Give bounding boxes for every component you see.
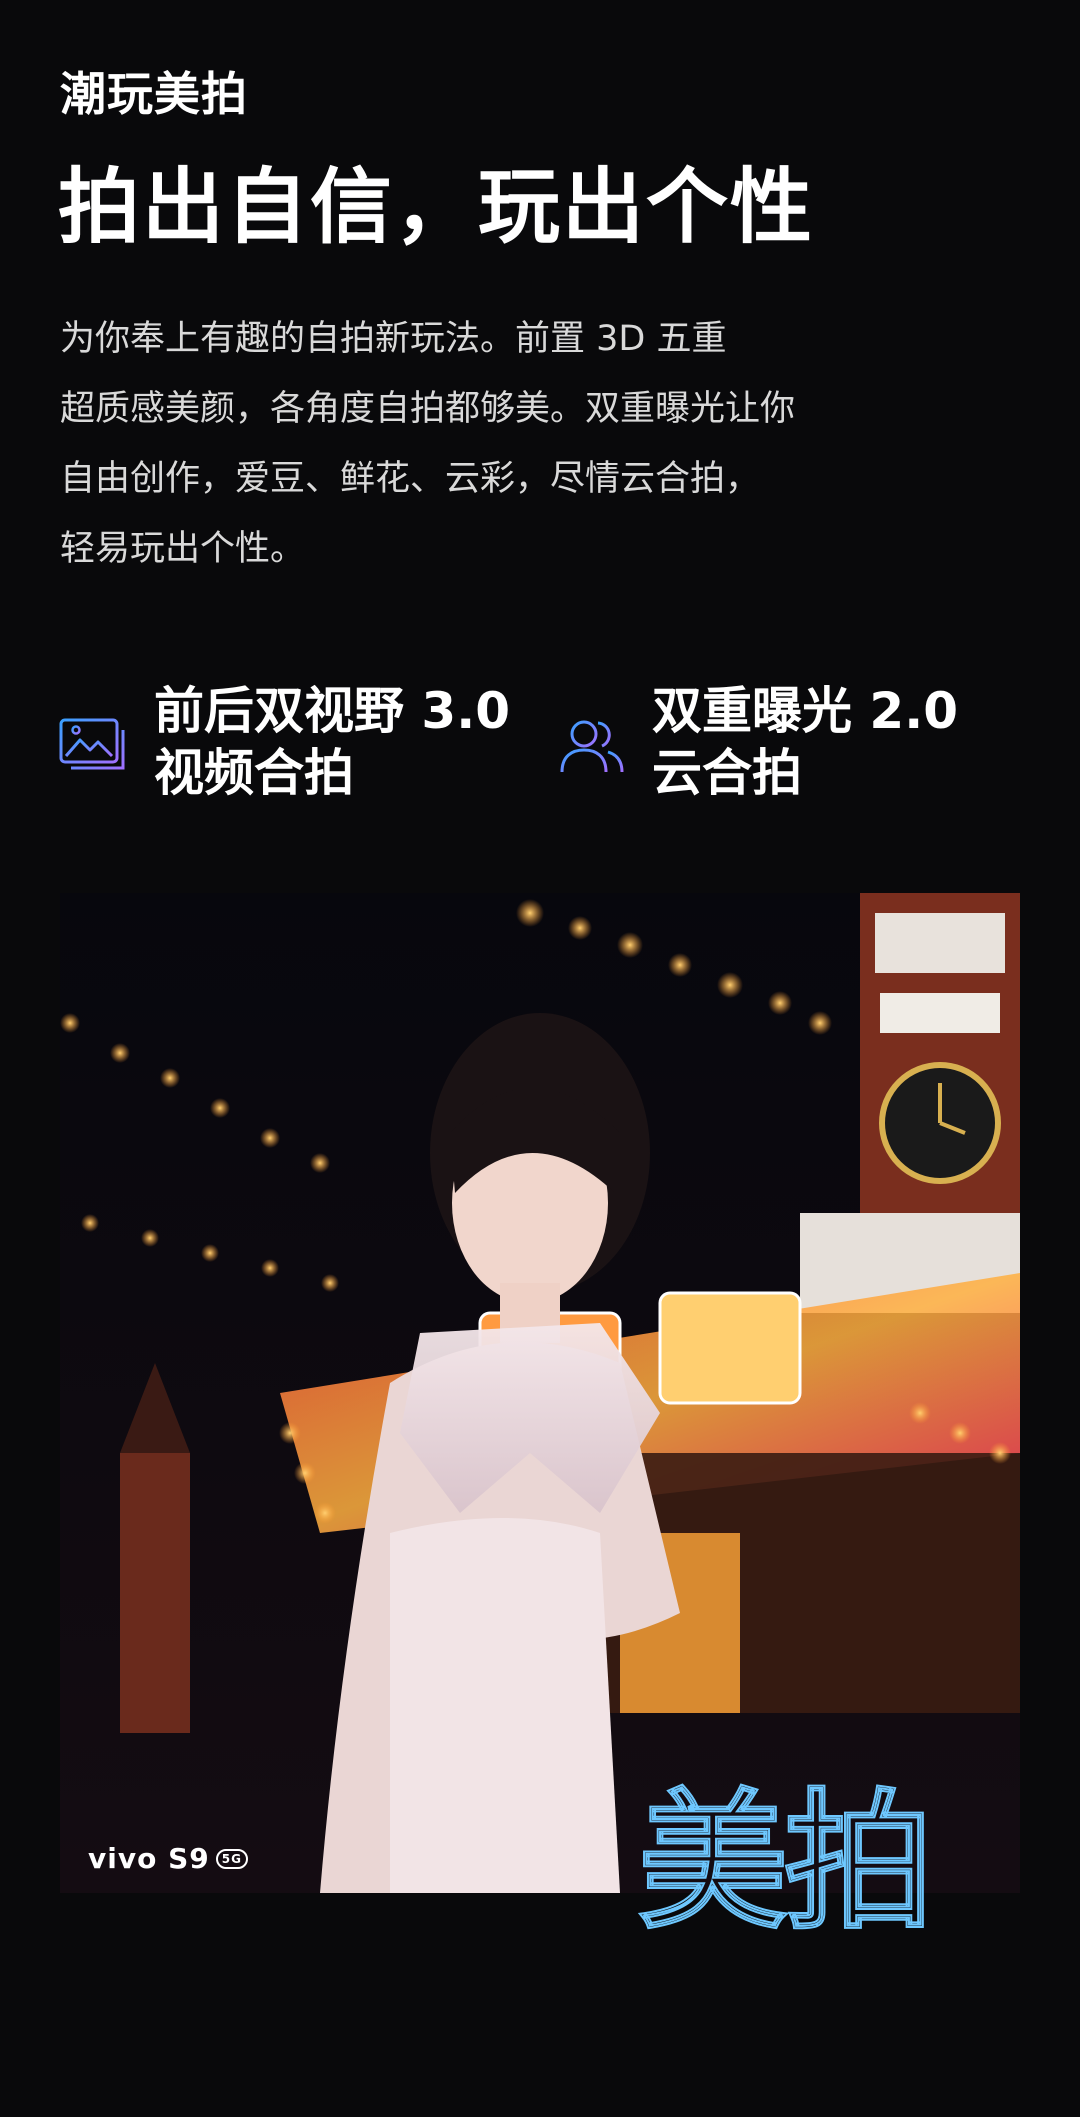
feature-subtitle: 云合拍 bbox=[652, 744, 802, 802]
feature-subtitle: 视频合拍 bbox=[154, 744, 354, 802]
hero-photo bbox=[60, 893, 1020, 1893]
headline: 拍出自信，玩出个性 bbox=[58, 160, 815, 255]
feature-title: 双重曝光 2.0 bbox=[652, 682, 958, 740]
feature-dual-view: 前后双视野 3.0 视频合拍 bbox=[58, 680, 510, 804]
description-line: 轻易玩出个性。 bbox=[60, 529, 306, 569]
feature-title: 前后双视野 3.0 bbox=[154, 682, 510, 740]
brand-watermark: vivo S9 5G bbox=[88, 1842, 248, 1875]
description-line: 自由创作，爱豆、鲜花、云彩，尽情云合拍， bbox=[60, 459, 761, 499]
users-icon bbox=[556, 710, 628, 782]
eyebrow-title: 潮玩美拍 bbox=[60, 67, 248, 121]
description-line: 为你奉上有趣的自拍新玩法。前置 3D 五重 bbox=[60, 319, 727, 359]
photo-gallery-icon bbox=[58, 710, 130, 782]
feature-double-exposure: 双重曝光 2.0 云合拍 bbox=[556, 680, 958, 804]
description-line: 超质感美颜，各角度自拍都够美。双重曝光让你 bbox=[60, 389, 796, 429]
brand-name: vivo S9 bbox=[88, 1842, 210, 1875]
description: 为你奉上有趣的自拍新玩法。前置 3D 五重 超质感美颜，各角度自拍都够美。双重曝… bbox=[60, 304, 960, 584]
overlay-caption: 美拍 bbox=[637, 1776, 935, 1950]
5g-badge: 5G bbox=[215, 1848, 248, 1869]
